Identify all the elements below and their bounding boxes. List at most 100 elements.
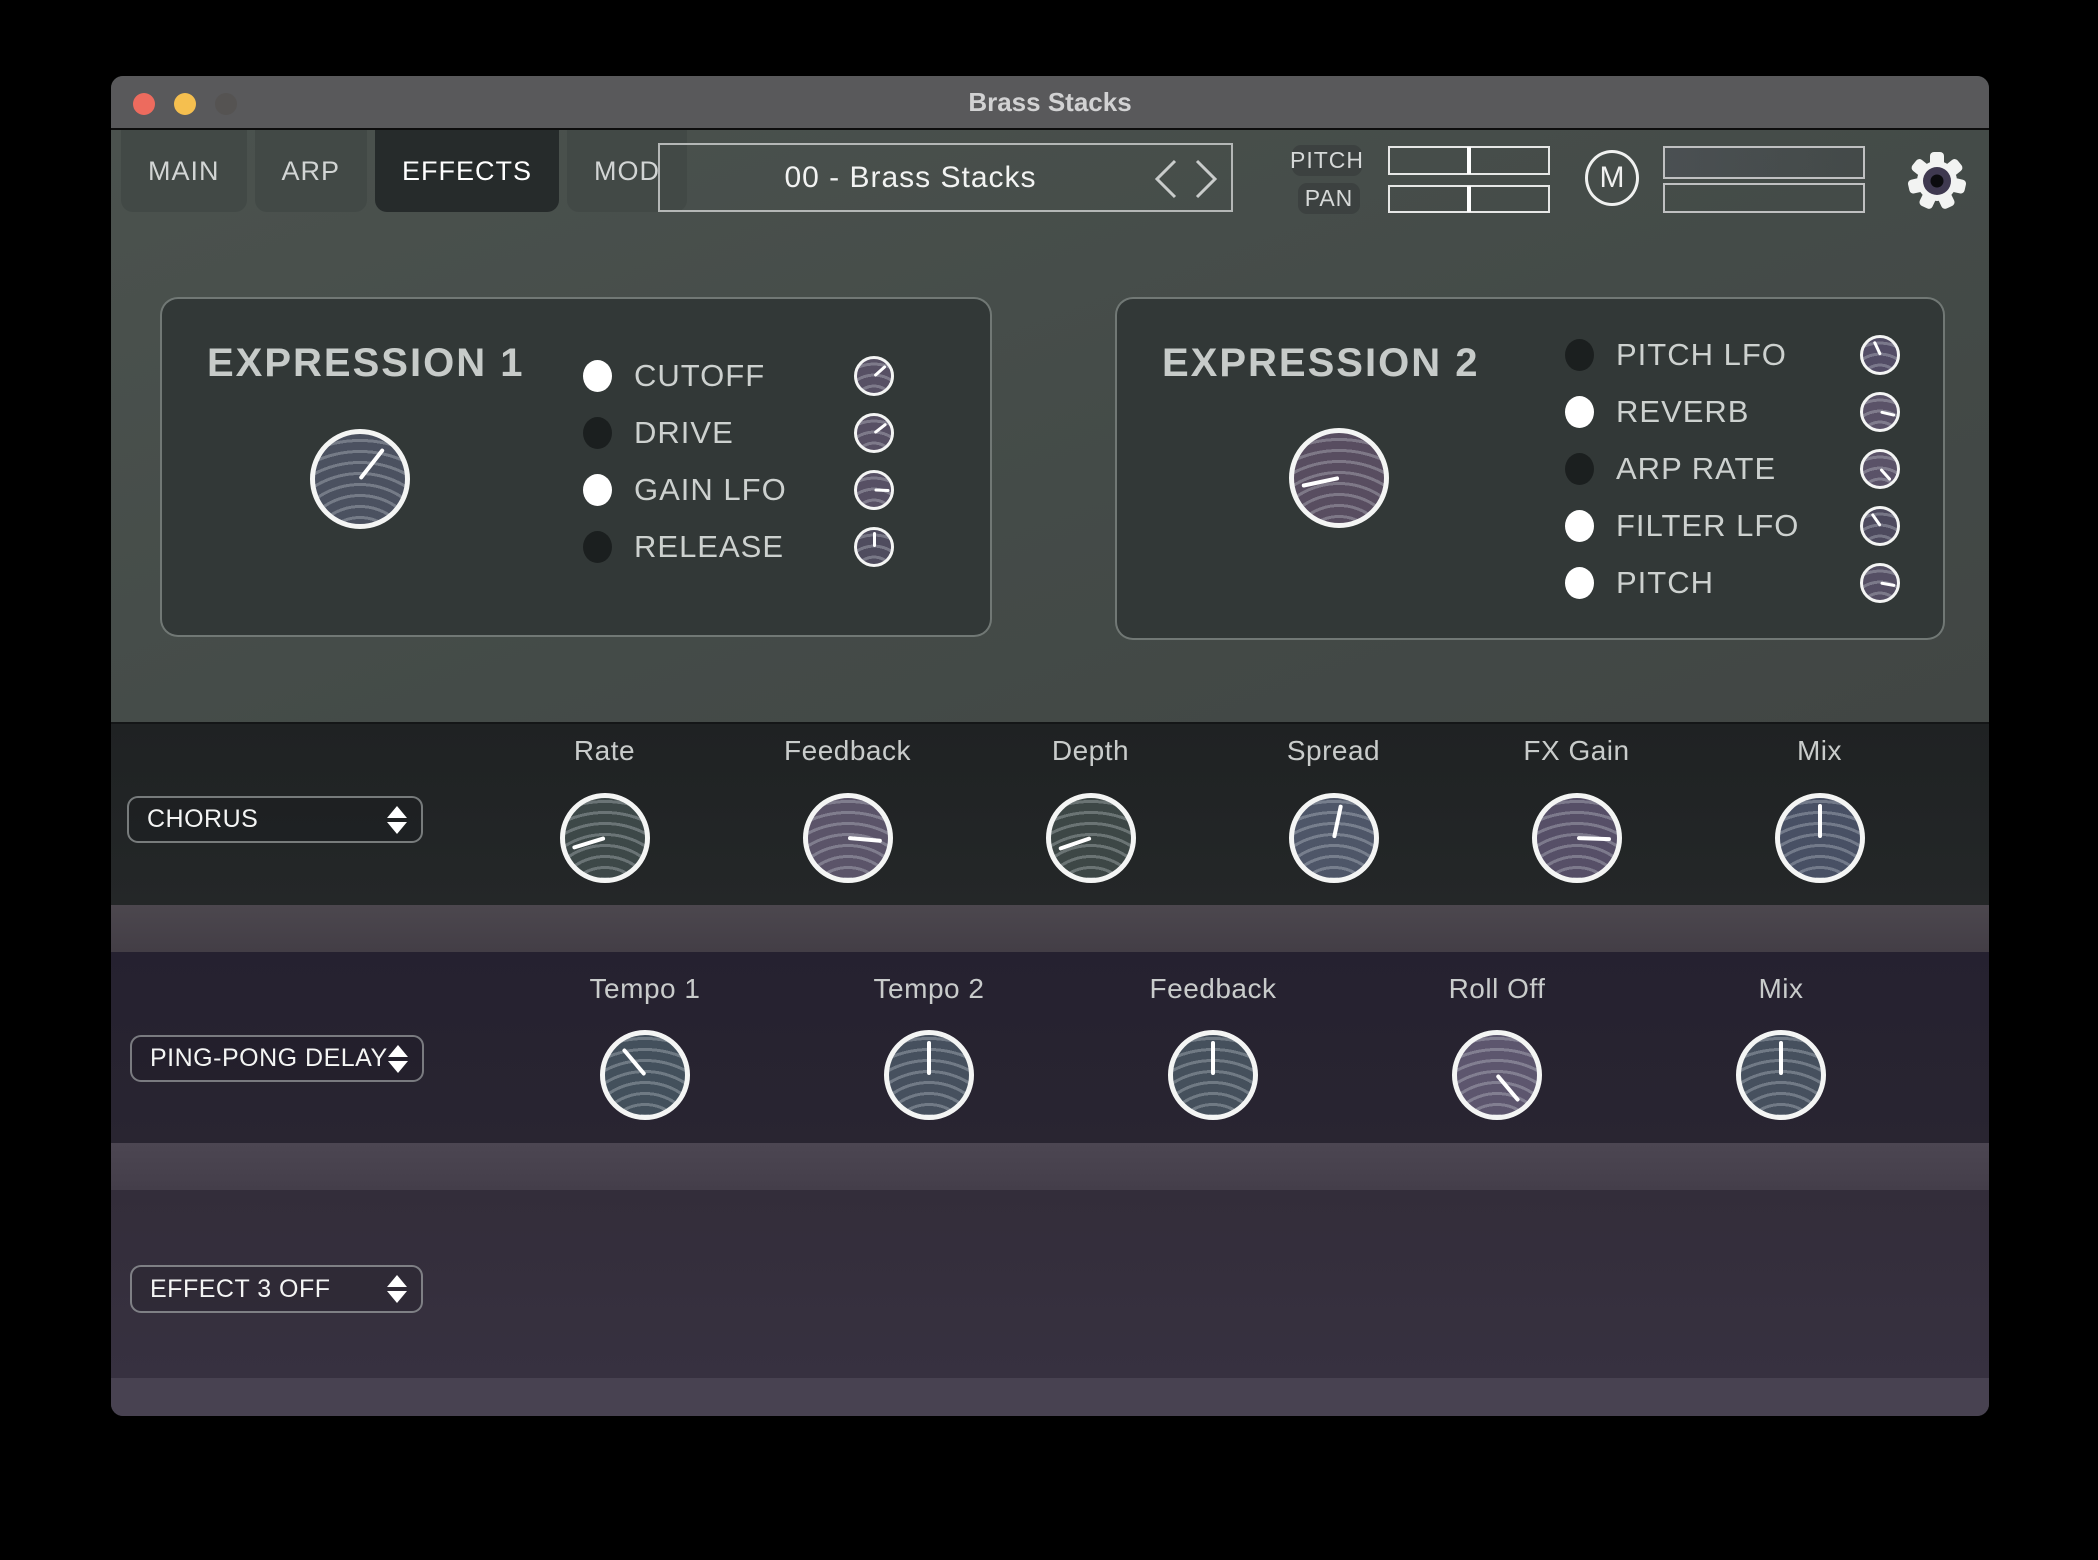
mod-enable-radio-cutoff[interactable]	[583, 360, 612, 392]
fx-knob-column-rate: Rate	[483, 722, 726, 905]
mod-enable-radio-filter-lfo[interactable]	[1565, 510, 1594, 542]
preset-next-button[interactable]	[1191, 157, 1221, 201]
mod-target-row-arp-rate: ARP RATE	[1565, 440, 1900, 497]
mod-target-label: GAIN LFO	[634, 472, 854, 508]
row-divider	[111, 905, 1989, 952]
expression1-target-list: CUTOFF DRIVE GAIN LFO RELEASE	[583, 347, 894, 575]
effect3-selector[interactable]: EFFECT 3 OFF	[130, 1265, 423, 1313]
fx-knob-label: Roll Off	[1449, 972, 1546, 1006]
knob-tempo-1[interactable]	[600, 1030, 690, 1120]
plugin-window: Brass Stacks MAIN ARP EFFECTS MOD 00 - B…	[111, 76, 1989, 1416]
tab-main[interactable]: MAIN	[121, 130, 247, 212]
knob-pointer	[358, 448, 385, 480]
knob-pointer	[1818, 804, 1822, 838]
tab-arp[interactable]: ARP	[255, 130, 368, 212]
knob-pointer	[1301, 476, 1339, 488]
knob-pointer	[1332, 804, 1343, 838]
fx-knob-column-fx-gain: FX Gain	[1455, 722, 1698, 905]
expression2-panel: EXPRESSION 2 PITCH LFOREVERBARP RATEFILT…	[1115, 297, 1945, 640]
mod-amount-knob-pitch[interactable]	[1860, 563, 1900, 603]
effect1-selector[interactable]: CHORUS	[127, 796, 423, 843]
fx-knob-label: Depth	[1052, 734, 1129, 768]
knob-pointer	[847, 836, 881, 843]
expression1-main-knob[interactable]	[310, 429, 410, 529]
mod-enable-radio-pitch-lfo[interactable]	[1565, 339, 1594, 371]
mod-amount-knob-drive[interactable]	[854, 413, 894, 453]
mod-amount-knob-filter-lfo[interactable]	[1860, 506, 1900, 546]
pan-slider[interactable]	[1388, 185, 1550, 213]
settings-gear-button[interactable]	[1907, 151, 1967, 211]
mod-target-label: ARP RATE	[1616, 451, 1860, 487]
tab-effects[interactable]: EFFECTS	[375, 130, 559, 212]
mod-target-row-filter-lfo: FILTER LFO	[1565, 497, 1900, 554]
fx-knob-column-tempo-2: Tempo 2	[787, 952, 1071, 1143]
knob-feedback[interactable]	[1168, 1030, 1258, 1120]
knob-roll-off[interactable]	[1452, 1030, 1542, 1120]
mod-target-label: PITCH	[1616, 565, 1860, 601]
preset-prev-button[interactable]	[1151, 157, 1181, 201]
mod-enable-radio-drive[interactable]	[583, 417, 612, 449]
expression2-target-list: PITCH LFOREVERBARP RATEFILTER LFOPITCH	[1565, 326, 1900, 611]
effect1-selector-value: CHORUS	[147, 805, 258, 834]
effect2-selector[interactable]: PING-PONG DELAY	[130, 1035, 424, 1082]
mod-enable-radio-pitch[interactable]	[1565, 567, 1594, 599]
pitch-slider[interactable]	[1388, 146, 1550, 175]
knob-rate[interactable]	[560, 793, 650, 883]
pan-label: PAN	[1298, 183, 1360, 214]
knob-mix[interactable]	[1775, 793, 1865, 883]
effect2-selector-value: PING-PONG DELAY	[150, 1044, 388, 1073]
knob-depth[interactable]	[1046, 793, 1136, 883]
fx-knob-label: Feedback	[784, 734, 911, 768]
fx-knob-column-roll-off: Roll Off	[1355, 952, 1639, 1143]
updown-arrows-icon	[387, 1275, 407, 1303]
tab-bar: MAIN ARP EFFECTS MOD	[121, 130, 687, 212]
window-title: Brass Stacks	[111, 76, 1989, 128]
preset-selector[interactable]: 00 - Brass Stacks	[658, 143, 1233, 212]
effect1-knob-row: RateFeedbackDepthSpreadFX GainMix	[483, 722, 1941, 905]
knob-pointer	[1576, 836, 1610, 841]
mod-target-label: REVERB	[1616, 394, 1860, 430]
mod-amount-knob-reverb[interactable]	[1860, 392, 1900, 432]
mod-target-label: RELEASE	[634, 529, 854, 565]
fx-knob-label: Tempo 1	[590, 972, 701, 1006]
mono-button[interactable]: M	[1585, 150, 1639, 206]
mod-target-row-gain-lfo: GAIN LFO	[583, 461, 894, 518]
mod-enable-radio-arp-rate[interactable]	[1565, 453, 1594, 485]
mod-enable-radio-reverb[interactable]	[1565, 396, 1594, 428]
mod-target-row-reverb: REVERB	[1565, 383, 1900, 440]
mod-amount-knob-gain-lfo[interactable]	[854, 470, 894, 510]
mod-amount-knob-release[interactable]	[854, 527, 894, 567]
knob-pointer	[1779, 1041, 1783, 1075]
knob-spread[interactable]	[1289, 793, 1379, 883]
knob-pointer	[1870, 512, 1881, 526]
knob-pointer	[873, 364, 886, 376]
expression1-title: EXPRESSION 1	[207, 341, 524, 386]
mod-amount-knob-pitch-lfo[interactable]	[1860, 335, 1900, 375]
bottom-strip	[111, 1378, 1989, 1416]
title-bar: Brass Stacks	[111, 76, 1989, 130]
fx-knob-label: Feedback	[1150, 972, 1277, 1006]
knob-pointer	[873, 422, 887, 434]
mod-enable-radio-gain-lfo[interactable]	[583, 474, 612, 506]
fx-knob-label: Tempo 2	[874, 972, 985, 1006]
knob-tempo-2[interactable]	[884, 1030, 974, 1120]
fx-knob-label: FX Gain	[1523, 734, 1629, 768]
pitch-slider-thumb[interactable]	[1467, 147, 1471, 174]
expression2-main-knob[interactable]	[1289, 428, 1389, 528]
mod-amount-knob-arp-rate[interactable]	[1860, 449, 1900, 489]
knob-pointer	[1211, 1041, 1215, 1075]
fx-knob-label: Rate	[574, 734, 635, 768]
mod-target-label: CUTOFF	[634, 358, 854, 394]
mod-enable-radio-release[interactable]	[583, 531, 612, 563]
knob-mix[interactable]	[1736, 1030, 1826, 1120]
effect2-knob-row: Tempo 1Tempo 2FeedbackRoll OffMix	[503, 952, 1923, 1143]
knob-fx-gain[interactable]	[1532, 793, 1622, 883]
mod-amount-knob-cutoff[interactable]	[854, 356, 894, 396]
expression1-panel: EXPRESSION 1 CUTOFF DRIVE GAIN LFO RELEASE	[160, 297, 992, 637]
mod-target-label: DRIVE	[634, 415, 854, 451]
mod-target-row-pitch: PITCH	[1565, 554, 1900, 611]
knob-feedback[interactable]	[803, 793, 893, 883]
knob-pointer	[571, 836, 605, 850]
pan-slider-thumb[interactable]	[1467, 186, 1471, 212]
knob-pointer	[1495, 1074, 1520, 1103]
